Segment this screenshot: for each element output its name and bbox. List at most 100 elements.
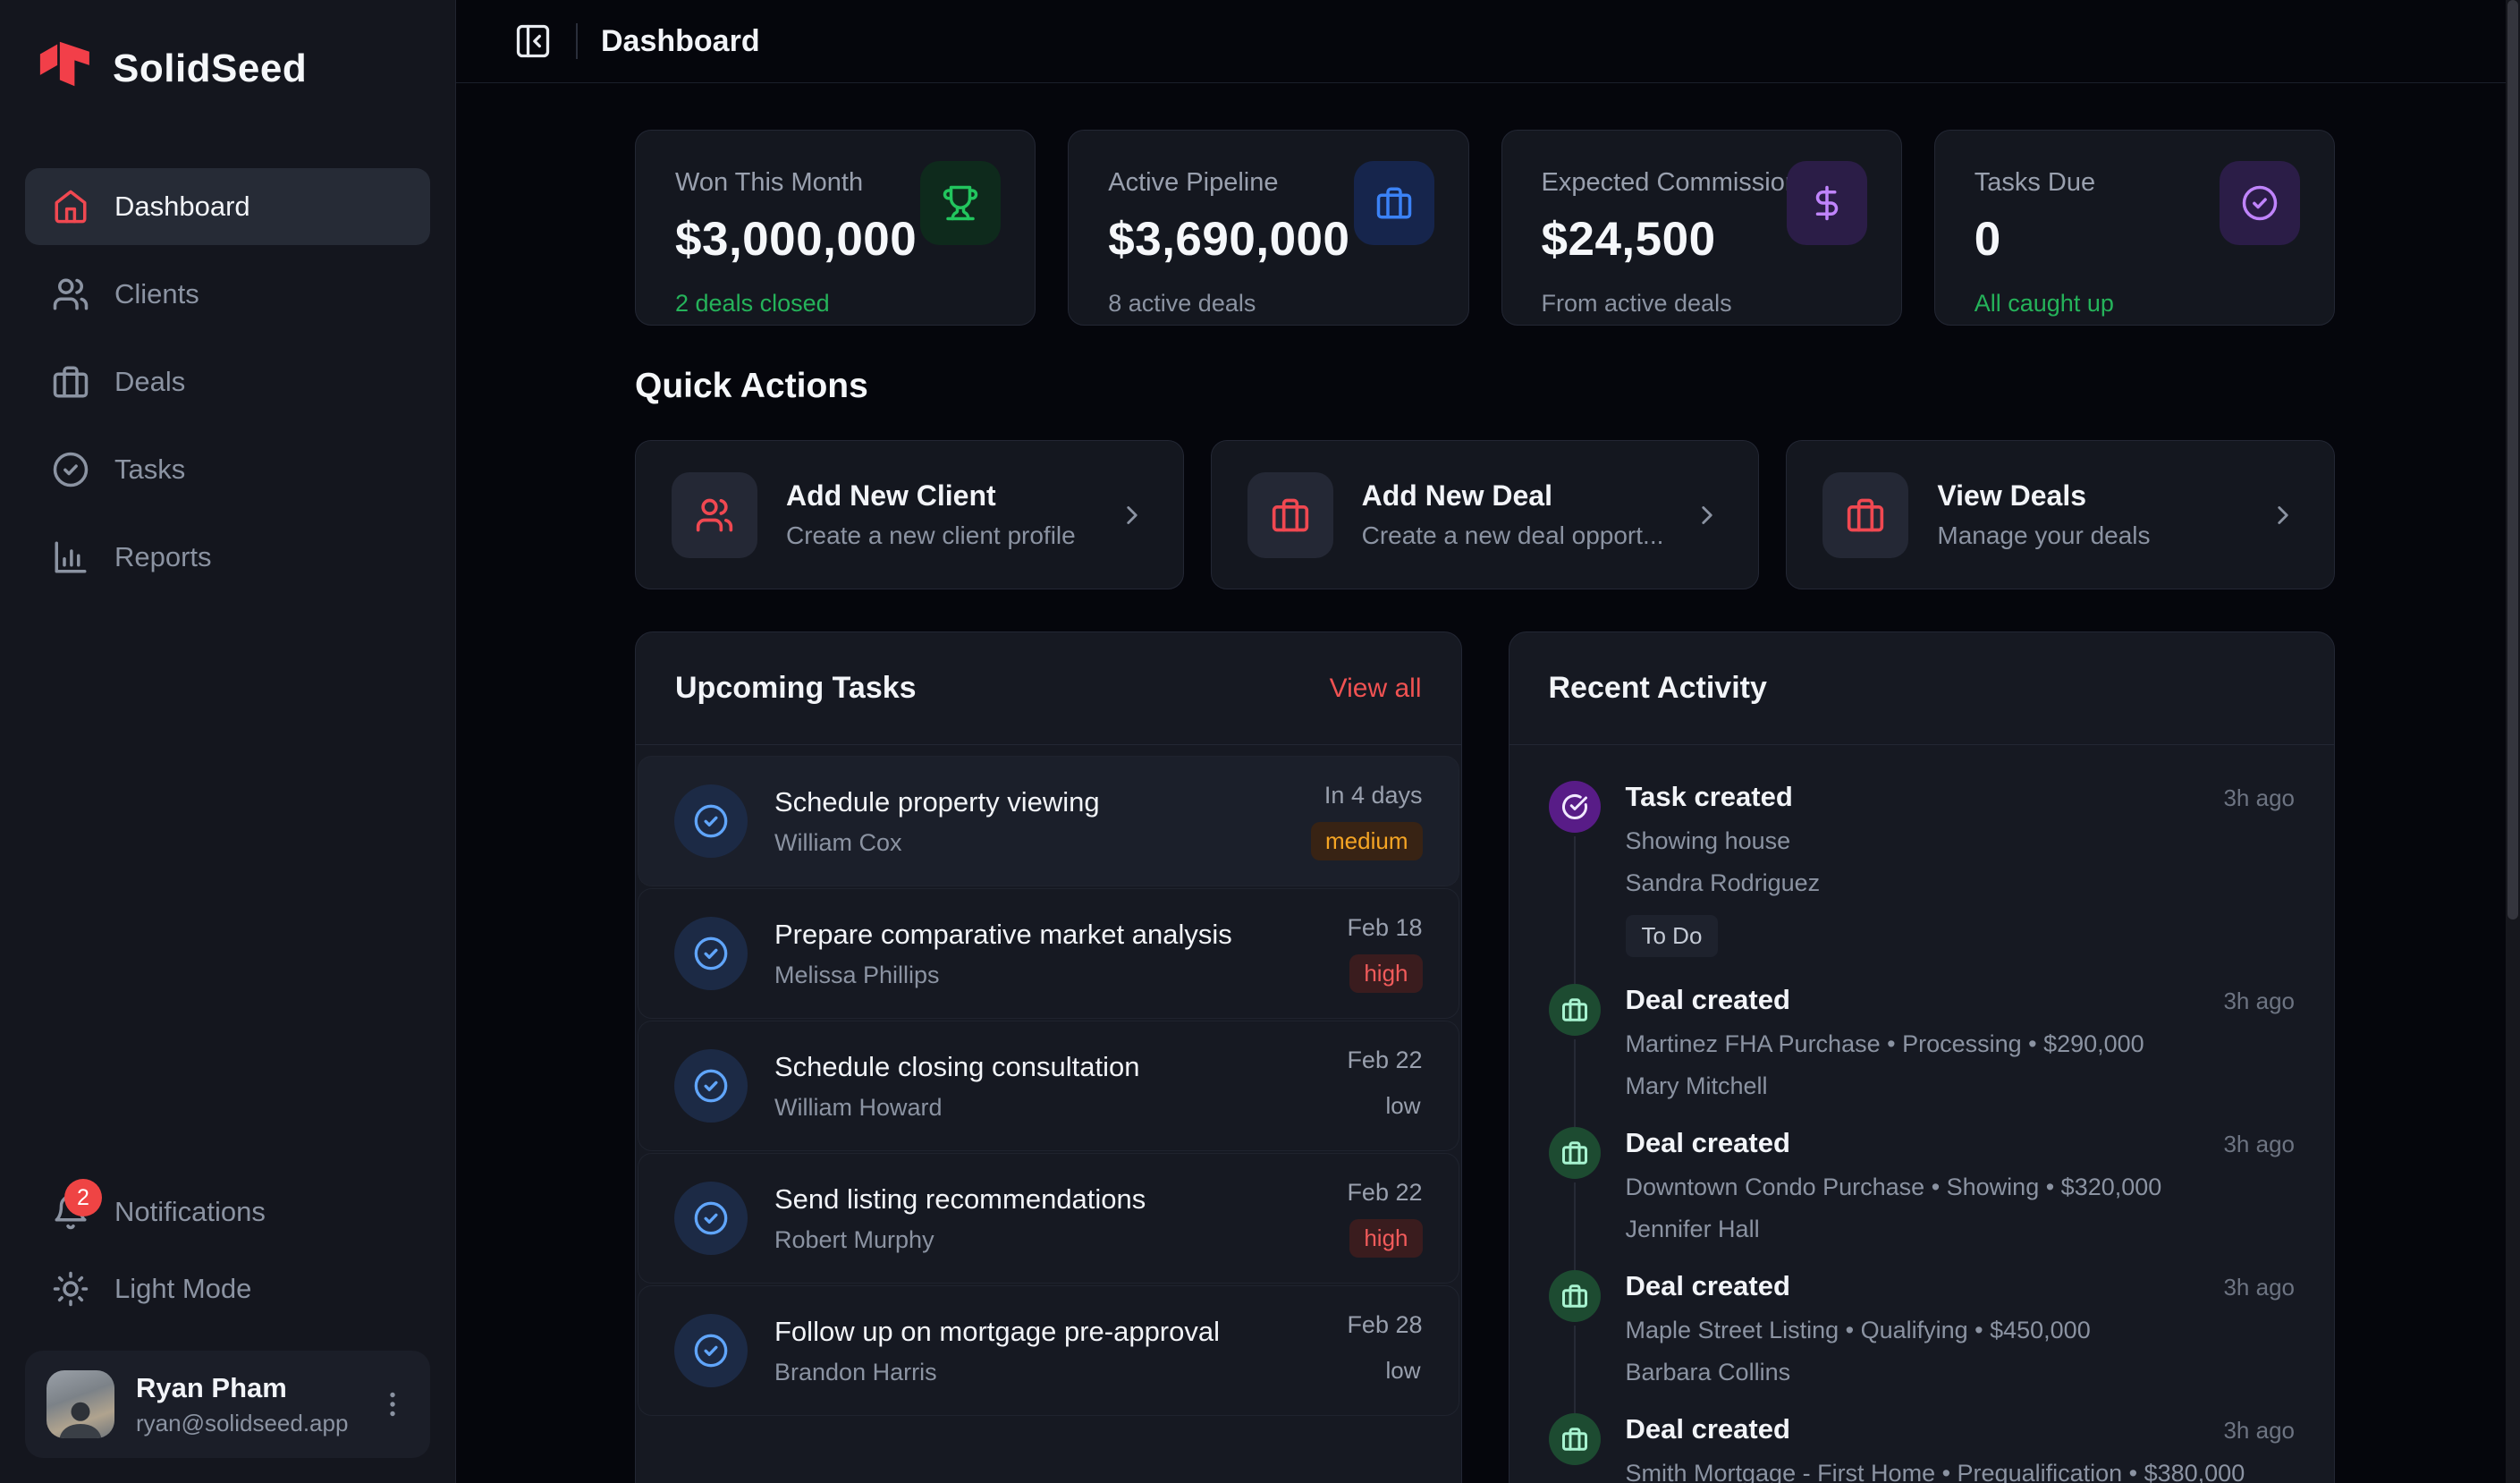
- qa-meta: View Deals Manage your deals: [1937, 479, 2239, 550]
- activity-title: Deal created: [1626, 1413, 1790, 1445]
- task-right: Feb 18 high: [1347, 914, 1422, 993]
- qa-title: View Deals: [1937, 479, 2239, 513]
- quick-actions-row: Add New Client Create a new client profi…: [635, 440, 2335, 589]
- sidebar-item-label: Clients: [114, 278, 199, 310]
- sidebar-item-notifications[interactable]: 2 Notifications: [25, 1174, 430, 1250]
- home-icon: [52, 188, 89, 225]
- task-person: Brandon Harris: [774, 1359, 1320, 1386]
- task-right: Feb 22 low: [1347, 1047, 1422, 1125]
- task-right: In 4 days medium: [1311, 782, 1422, 860]
- panel-title: Upcoming Tasks: [675, 671, 917, 706]
- sidebar-spacer: [25, 596, 430, 1174]
- task-due: In 4 days: [1311, 782, 1422, 809]
- activity-desc: Showing house: [1626, 827, 2296, 855]
- notifications-label: Notifications: [114, 1196, 266, 1228]
- briefcase-icon: [1549, 1127, 1601, 1179]
- panel-left-close-icon: [513, 21, 553, 61]
- sidebar-item-label: Deals: [114, 366, 185, 398]
- activity-person: Jennifer Hall: [1626, 1216, 2296, 1243]
- scrollbar-thumb[interactable]: [2507, 0, 2518, 919]
- sidebar-item-tasks[interactable]: Tasks: [25, 431, 430, 508]
- notification-badge: 2: [64, 1179, 102, 1216]
- chevron-right-icon: [1117, 500, 1147, 530]
- briefcase-icon: [1822, 472, 1908, 558]
- vertical-scrollbar[interactable]: [2506, 0, 2520, 1483]
- bar-chart-icon: [52, 538, 89, 576]
- task-title: Send listing recommendations: [774, 1183, 1320, 1216]
- sidebar-item-label: Reports: [114, 541, 212, 573]
- priority-badge: high: [1349, 1219, 1422, 1258]
- briefcase-icon: [52, 363, 89, 401]
- chevron-right-icon: [2268, 500, 2298, 530]
- activity-time: 3h ago: [2223, 1274, 2295, 1301]
- task-right: Feb 22 high: [1347, 1179, 1422, 1258]
- task-meta: Follow up on mortgage pre-approval Brand…: [774, 1316, 1320, 1386]
- user-meta: Ryan Pham ryan@solidseed.app: [136, 1372, 355, 1437]
- task-due: Feb 22: [1347, 1047, 1422, 1074]
- stat-subtext: All caught up: [1975, 290, 2295, 318]
- sidebar-item-reports[interactable]: Reports: [25, 519, 430, 596]
- task-row[interactable]: Prepare comparative market analysis Meli…: [638, 888, 1459, 1019]
- task-due: Feb 28: [1347, 1311, 1422, 1339]
- light-mode-label: Light Mode: [114, 1273, 251, 1305]
- qa-meta: Add New Client Create a new client profi…: [786, 479, 1088, 550]
- sidebar-nav: Dashboard Clients Deals Tasks Reports: [25, 168, 430, 596]
- stat-subtext: 2 deals closed: [675, 290, 995, 318]
- stat-cards-row: Won This Month $3,000,000 2 deals closed…: [635, 130, 2335, 326]
- dollar-icon: [1787, 161, 1867, 245]
- view-all-link[interactable]: View all: [1330, 674, 1422, 704]
- add-new-deal-button[interactable]: Add New Deal Create a new deal opport...: [1211, 440, 1760, 589]
- upcoming-tasks-header: Upcoming Tasks View all: [636, 632, 1461, 745]
- avatar: [47, 1370, 114, 1438]
- circle-check-icon: [674, 784, 748, 858]
- sidebar-item-deals[interactable]: Deals: [25, 343, 430, 420]
- sidebar-item-light-mode[interactable]: Light Mode: [25, 1250, 430, 1327]
- timeline-rail: [1574, 1039, 1576, 1131]
- users-icon: [52, 275, 89, 313]
- view-deals-button[interactable]: View Deals Manage your deals: [1786, 440, 2335, 589]
- user-card[interactable]: Ryan Pham ryan@solidseed.app: [25, 1351, 430, 1458]
- sidebar-item-label: Tasks: [114, 453, 185, 486]
- activity-desc: Downtown Condo Purchase • Showing • $320…: [1626, 1174, 2296, 1201]
- task-row[interactable]: Follow up on mortgage pre-approval Brand…: [638, 1285, 1459, 1416]
- briefcase-icon: [1549, 1270, 1601, 1322]
- priority-badge: low: [1371, 1352, 1422, 1390]
- activity-item: Deal created 3h ago Downtown Condo Purch…: [1549, 1127, 2296, 1270]
- activity-item: Deal created 3h ago Maple Street Listing…: [1549, 1270, 2296, 1413]
- add-new-client-button[interactable]: Add New Client Create a new client profi…: [635, 440, 1184, 589]
- more-vertical-icon[interactable]: [376, 1388, 409, 1420]
- qa-title: Add New Client: [786, 479, 1088, 513]
- brand: SolidSeed: [25, 32, 430, 98]
- priority-badge: high: [1349, 954, 1422, 993]
- status-badge: To Do: [1626, 915, 1719, 957]
- sidebar-item-dashboard[interactable]: Dashboard: [25, 168, 430, 245]
- qa-meta: Add New Deal Create a new deal opport...: [1362, 479, 1664, 550]
- activity-time: 3h ago: [2223, 987, 2295, 1015]
- upcoming-tasks-panel: Upcoming Tasks View all Schedule propert…: [635, 631, 1462, 1483]
- task-row[interactable]: Schedule property viewing William Cox In…: [638, 756, 1459, 886]
- activity-body: Deal created 3h ago Maple Street Listing…: [1626, 1270, 2296, 1386]
- activity-title: Deal created: [1626, 984, 1790, 1016]
- task-due: Feb 18: [1347, 914, 1422, 942]
- sidebar-item-label: Dashboard: [114, 191, 250, 223]
- solidseed-logo-icon: [34, 39, 93, 98]
- activity-item: Task created 3h ago Showing house Sandra…: [1549, 781, 2296, 984]
- task-row[interactable]: Schedule closing consultation William Ho…: [638, 1021, 1459, 1151]
- activity-body: Deal created 3h ago Downtown Condo Purch…: [1626, 1127, 2296, 1243]
- task-row[interactable]: Send listing recommendations Robert Murp…: [638, 1153, 1459, 1284]
- circle-check-icon: [674, 1049, 748, 1123]
- circle-check-icon: [1549, 781, 1601, 833]
- activity-person: Sandra Rodriguez: [1626, 869, 2296, 897]
- app-window: SolidSeed Dashboard Clients Deals Tasks …: [0, 0, 2520, 1483]
- activity-title: Deal created: [1626, 1127, 1790, 1159]
- page-title: Dashboard: [601, 24, 760, 59]
- sidebar-item-clients[interactable]: Clients: [25, 256, 430, 333]
- circle-check-icon: [2220, 161, 2300, 245]
- activity-list: Task created 3h ago Showing house Sandra…: [1509, 745, 2335, 1483]
- recent-activity-header: Recent Activity: [1509, 632, 2335, 745]
- activity-time: 3h ago: [2223, 1417, 2295, 1445]
- sidebar-collapse-button[interactable]: [513, 21, 553, 61]
- priority-badge: medium: [1311, 822, 1422, 860]
- task-meta: Schedule property viewing William Cox: [774, 786, 1284, 857]
- activity-item: Deal created 3h ago Martinez FHA Purchas…: [1549, 984, 2296, 1127]
